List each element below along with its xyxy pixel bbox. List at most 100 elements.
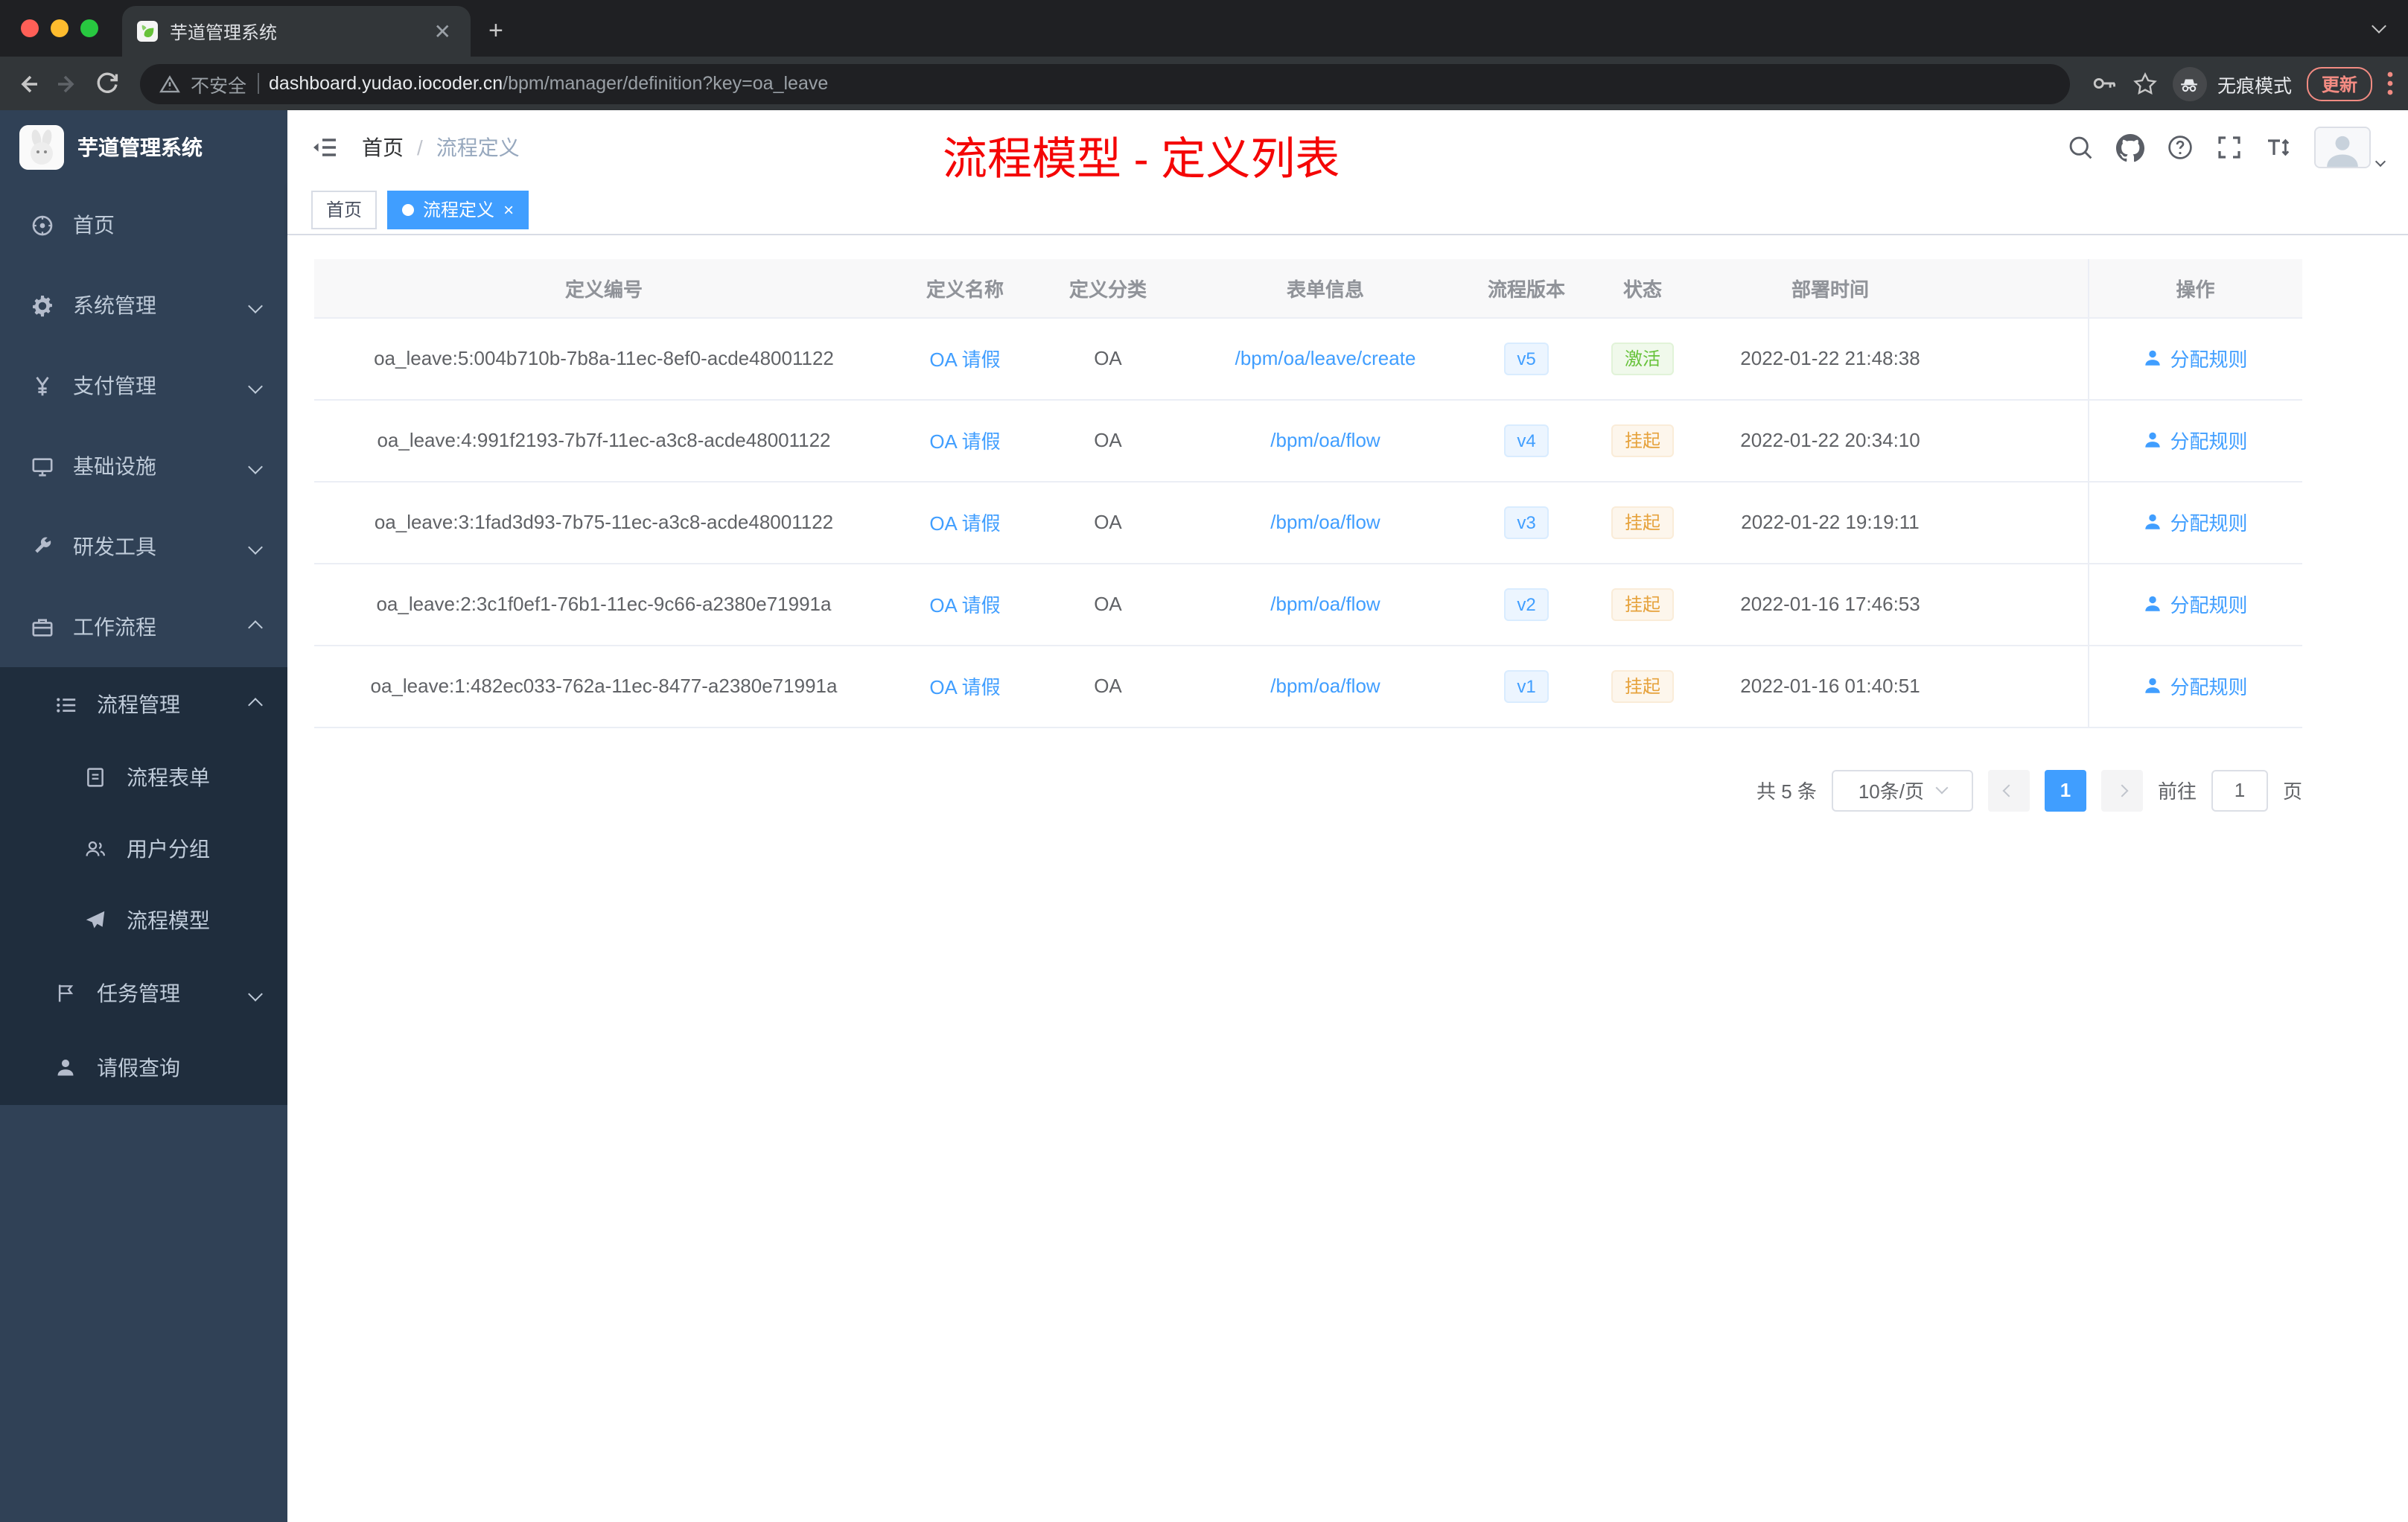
cell-spacer: [1957, 399, 2088, 482]
tag-close-icon[interactable]: ×: [503, 199, 514, 220]
reload-button[interactable]: [95, 71, 119, 95]
security-label[interactable]: 不安全: [191, 69, 246, 98]
security-warning-icon[interactable]: [159, 74, 180, 93]
definition-name-link[interactable]: OA 请假: [929, 430, 1000, 453]
sidebar-item-infrastructure[interactable]: 基础设施: [0, 426, 287, 506]
page-content: 定义编号 定义名称 定义分类 表单信息 流程版本 状态 部署时间 操作 oa_l…: [287, 235, 2408, 1522]
table-header-row: 定义编号 定义名称 定义分类 表单信息 流程版本 状态 部署时间 操作: [314, 259, 2302, 318]
sidebar-item-home[interactable]: 首页: [0, 185, 287, 265]
page-number-1[interactable]: 1: [2044, 769, 2086, 811]
sidebar-item-user-group[interactable]: 用户分组: [0, 813, 287, 885]
search-icon[interactable]: [2067, 134, 2094, 161]
tag-label: 流程定义: [423, 200, 495, 220]
prev-page-button[interactable]: [1987, 769, 2030, 811]
chevron-down-icon: [248, 298, 263, 313]
incognito-icon: [2172, 66, 2207, 101]
url-bar[interactable]: 不安全 dashboard.yudao.iocoder.cn/bpm/manag…: [140, 63, 2070, 104]
assign-rule-button[interactable]: 分配规则: [2143, 426, 2248, 454]
user-avatar[interactable]: [2314, 127, 2386, 168]
sidebar-item-label: 工作流程: [73, 615, 156, 639]
chevron-down-icon: [248, 459, 263, 474]
sidebar-item-devtools[interactable]: 研发工具: [0, 506, 287, 587]
sidebar-item-label: 流程表单: [127, 765, 210, 789]
tab-strip: 芋道管理系统 ✕ +: [0, 0, 2408, 57]
pagination: 共 5 条 10条/页 1 前往 页: [314, 769, 2302, 811]
cell-deploy-time: 2022-01-22 21:48:38: [1704, 317, 1957, 400]
sidebar-item-process-form[interactable]: 流程表单: [0, 742, 287, 813]
bookmark-star-icon[interactable]: [2133, 71, 2158, 96]
github-icon[interactable]: [2116, 133, 2144, 162]
definition-table: 定义编号 定义名称 定义分类 表单信息 流程版本 状态 部署时间 操作 oa_l…: [314, 259, 2302, 727]
cell-spacer: [1957, 317, 2088, 400]
sidebar-logo[interactable]: 芋道管理系统: [0, 110, 287, 185]
help-icon[interactable]: [2167, 134, 2194, 161]
sidebar-item-label: 基础设施: [73, 454, 156, 478]
next-page-button[interactable]: [2100, 769, 2143, 811]
maximize-window-button[interactable]: [80, 19, 98, 37]
form-link[interactable]: /bpm/oa/flow: [1270, 511, 1380, 533]
chevron-down-icon: [248, 539, 263, 554]
tags-view: 首页 流程定义 ×: [287, 185, 2408, 235]
cell-category: OA: [1036, 317, 1179, 400]
sidebar-item-payment[interactable]: 支付管理: [0, 346, 287, 426]
column-header-spacer: [1957, 259, 2088, 318]
sidebar-item-workflow[interactable]: 工作流程: [0, 587, 287, 667]
breadcrumb: 首页 / 流程定义: [362, 133, 520, 162]
version-badge: v1: [1503, 669, 1549, 702]
column-header-version: 流程版本: [1471, 259, 1582, 318]
browser-tab[interactable]: 芋道管理系统 ✕: [122, 6, 471, 57]
tag-home[interactable]: 首页: [311, 190, 378, 229]
definition-name-link[interactable]: OA 请假: [929, 348, 1000, 371]
column-header-status: 状态: [1582, 259, 1704, 318]
status-badge: 激活: [1611, 342, 1674, 375]
minimize-window-button[interactable]: [51, 19, 69, 37]
cell-deploy-time: 2022-01-22 20:34:10: [1704, 399, 1957, 482]
assign-rule-button[interactable]: 分配规则: [2143, 344, 2248, 372]
version-badge: v3: [1503, 506, 1549, 538]
tag-process-definition[interactable]: 流程定义 ×: [387, 190, 529, 229]
form-link[interactable]: /bpm/oa/leave/create: [1235, 347, 1416, 369]
sidebar-item-system[interactable]: 系统管理: [0, 265, 287, 346]
chevron-down-icon: [1935, 781, 1949, 795]
sidebar-item-task-management[interactable]: 任务管理: [0, 956, 287, 1031]
form-link[interactable]: /bpm/oa/flow: [1270, 593, 1380, 615]
cell-deploy-time: 2022-01-22 19:19:11: [1704, 481, 1957, 564]
close-window-button[interactable]: [21, 19, 39, 37]
goto-page-input[interactable]: [2211, 769, 2268, 811]
sidebar-item-leave-query[interactable]: 请假查询: [0, 1031, 287, 1105]
sidebar-item-label: 任务管理: [97, 981, 180, 1005]
sidebar-item-process-management[interactable]: 流程管理: [0, 667, 287, 742]
definition-name-link[interactable]: OA 请假: [929, 512, 1000, 535]
url-text[interactable]: dashboard.yudao.iocoder.cn/bpm/manager/d…: [269, 73, 828, 94]
breadcrumb-home[interactable]: 首页: [362, 133, 404, 162]
password-key-icon[interactable]: [2091, 70, 2118, 97]
browser-update-button[interactable]: 更新: [2306, 66, 2372, 101]
tab-search-icon[interactable]: [2372, 12, 2386, 39]
status-badge: 挂起: [1611, 424, 1674, 456]
sidebar-item-process-model[interactable]: 流程模型: [0, 885, 287, 956]
sidebar-collapse-icon[interactable]: [311, 136, 338, 159]
browser-menu-icon[interactable]: [2387, 71, 2393, 95]
assign-rule-button[interactable]: 分配规则: [2143, 508, 2248, 536]
sidebar-item-label: 首页: [73, 213, 115, 237]
forward-button[interactable]: [55, 71, 80, 96]
assign-rule-button[interactable]: 分配规则: [2143, 590, 2248, 618]
dashboard-icon: [30, 213, 54, 237]
definition-name-link[interactable]: OA 请假: [929, 594, 1000, 617]
wrench-icon: [30, 535, 54, 558]
table-row: oa_leave:4:991f2193-7b7f-11ec-a3c8-acde4…: [314, 399, 2302, 482]
back-button[interactable]: [15, 71, 40, 96]
logo-avatar: [19, 125, 64, 170]
users-icon: [83, 837, 107, 861]
font-size-icon[interactable]: [2265, 134, 2292, 161]
fullscreen-icon[interactable]: [2216, 134, 2243, 161]
form-link[interactable]: /bpm/oa/flow: [1270, 429, 1380, 451]
column-header-form: 表单信息: [1179, 259, 1471, 318]
assign-rule-button[interactable]: 分配规则: [2143, 672, 2248, 700]
page-size-select[interactable]: 10条/页: [1831, 769, 1973, 811]
definition-name-link[interactable]: OA 请假: [929, 676, 1000, 698]
form-link[interactable]: /bpm/oa/flow: [1270, 675, 1380, 697]
new-tab-button[interactable]: +: [488, 16, 503, 46]
sidebar-item-label: 流程管理: [97, 692, 180, 716]
tab-close-icon[interactable]: ✕: [430, 19, 456, 44]
